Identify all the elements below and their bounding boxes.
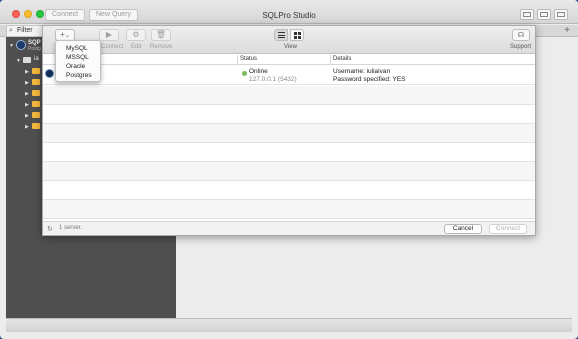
dialog-footer: ↻ 1 server. Cancel Connect [43,221,535,235]
edit-server-button[interactable]: ⚙ [126,29,146,41]
title-bar: Connect New Query SQLPro Studio [0,0,578,24]
gear-icon: ⚙ [132,30,140,39]
server-subtitle: Postg [28,46,41,52]
remove-server-button[interactable]: 🗑 [151,29,171,41]
remove-tool-label: Remove [150,44,173,50]
database-icon [23,57,31,63]
server-row[interactable]: Online 127.0.0.1 (5432) Username: iuliai… [43,66,535,85]
sidebar-toggle-icon[interactable] [520,9,534,20]
connect-tool-label: Connect [101,44,124,50]
view-tool-label: View [284,44,297,50]
support-button[interactable]: ☊ [512,29,530,41]
server-table-header: Status Details [43,55,535,65]
server-count-status: 1 server. [59,225,83,231]
bottom-panel-toggle-icon[interactable] [537,9,551,20]
folder-icon [32,123,40,129]
menu-item-postgres[interactable]: Postgres [56,71,100,80]
empty-row [43,124,535,143]
empty-row [43,162,535,181]
trash-icon: 🗑 [155,30,167,39]
server-icon [16,40,26,50]
connect-dialog-button[interactable]: Connect [489,224,527,234]
server-connection-dialog: +⌄ ▶ ⚙ 🗑 Connect Edit Remove View ☊ Supp… [42,25,536,236]
disclosure-open-icon[interactable]: ▼ [9,43,14,49]
column-divider [330,55,331,65]
support-tool-label: Support [510,44,532,50]
menu-item-oracle[interactable]: Oracle [56,62,100,71]
menu-item-mysql[interactable]: MySQL [56,44,100,53]
details-column-header[interactable]: Details [333,56,351,62]
disclosure-closed-icon[interactable]: ▶ [25,102,29,108]
dialog-toolbar: +⌄ ▶ ⚙ 🗑 Connect Edit Remove View ☊ Supp… [43,26,535,54]
grid-view-button[interactable] [290,29,304,41]
app-window: Connect New Query SQLPro Studio + ⌕ Filt… [0,0,578,339]
list-view-icon [278,32,285,38]
folder-icon [32,90,40,96]
server-username: Username: iuliaivan [333,68,391,75]
folder-icon [32,101,40,107]
empty-row [43,181,535,200]
status-column-header[interactable]: Status [240,56,257,62]
bottom-status-bar [6,318,572,332]
online-status-dot [242,71,247,76]
disclosure-closed-icon[interactable]: ▶ [25,80,29,86]
disclosure-closed-icon[interactable]: ▶ [25,91,29,97]
server-address: 127.0.0.1 (5432) [249,76,297,83]
folder-icon [32,68,40,74]
play-icon: ▶ [105,30,113,39]
empty-row [43,200,535,219]
disclosure-open-icon[interactable]: ▼ [16,58,21,64]
right-panel-toggle-icon[interactable] [554,9,568,20]
database-label: ia [34,56,39,62]
column-divider [237,55,238,65]
disclosure-closed-icon[interactable]: ▶ [25,124,29,130]
edit-tool-label: Edit [131,44,142,50]
empty-row [43,105,535,124]
add-server-menu: MySQL MSSQL Oracle Postgres [55,40,101,82]
postgres-server-icon [45,69,54,78]
disclosure-closed-icon[interactable]: ▶ [25,69,29,75]
server-password-flag: Password specified: YES [333,76,406,83]
headset-icon: ☊ [517,32,525,39]
filter-placeholder: Filter [17,27,33,34]
server-status: Online [249,68,268,75]
disclosure-closed-icon[interactable]: ▶ [25,113,29,119]
chevron-down-icon: ⌄ [64,33,70,39]
new-tab-plus-icon[interactable]: + [564,25,570,37]
empty-row [43,143,535,162]
empty-row [43,86,535,105]
connect-server-button[interactable]: ▶ [99,29,119,41]
list-view-button[interactable] [274,29,288,41]
cancel-button[interactable]: Cancel [444,224,482,234]
folder-icon [32,79,40,85]
search-icon: ⌕ [9,27,13,34]
menu-item-mssql[interactable]: MSSQL [56,53,100,62]
window-title: SQLPro Studio [262,11,316,20]
grid-view-icon [294,32,301,39]
folder-icon [32,112,40,118]
refresh-icon[interactable]: ↻ [47,225,53,233]
